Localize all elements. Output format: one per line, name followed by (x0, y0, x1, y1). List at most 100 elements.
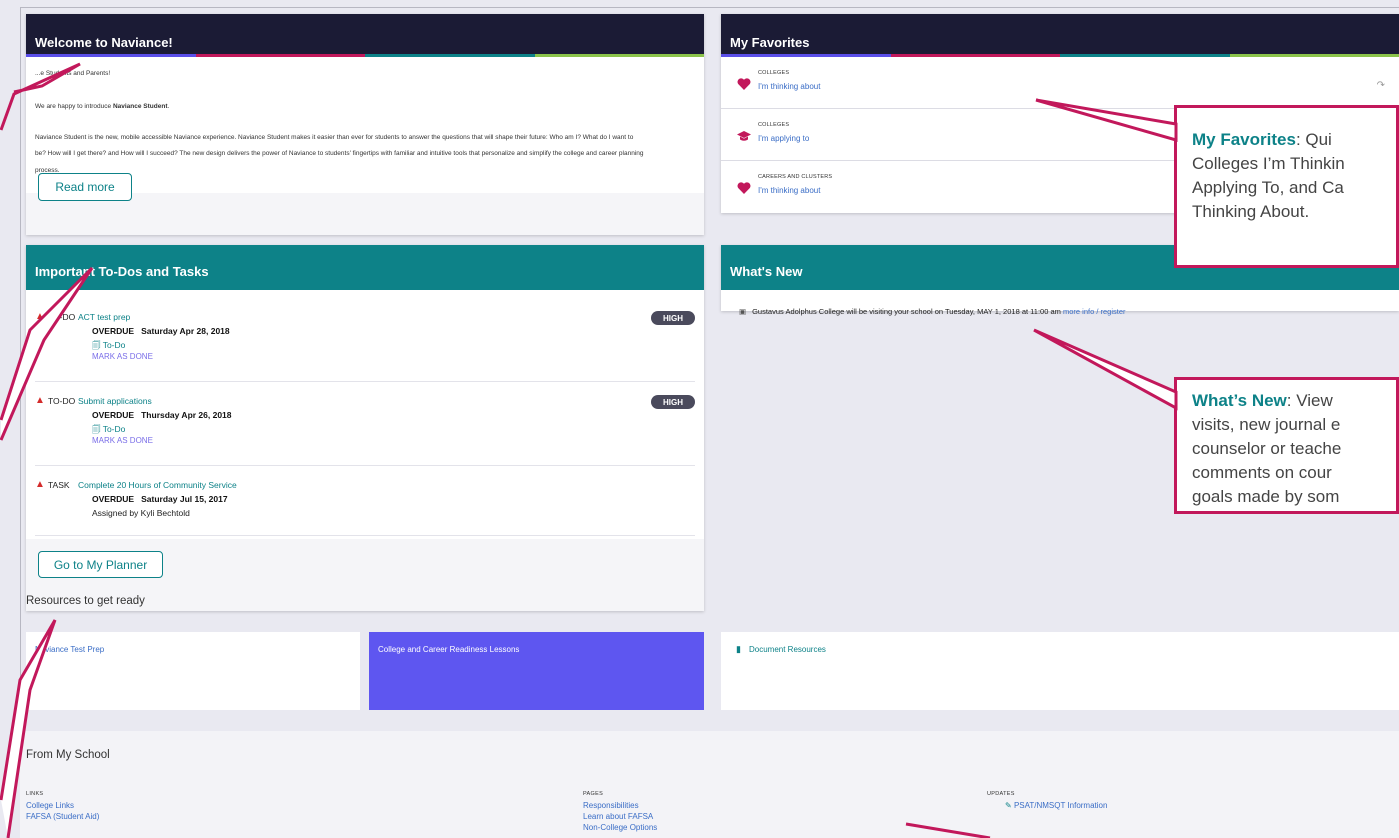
whats-new-text: Gustavus Adolphus College will be visiti… (752, 307, 1061, 316)
warning-icon: ▲ (35, 311, 45, 322)
callout-text: comments on cour (1192, 463, 1332, 482)
task-assigned-by: Assigned by Kyli Bechtold (92, 508, 190, 518)
footer-link-label: PSAT/NMSQT Information (1013, 801, 1108, 810)
priority-badge: HIGH (651, 395, 695, 409)
favorite-link[interactable]: I'm thinking about (758, 82, 820, 91)
from-school-heading: From My School (26, 749, 110, 761)
links-column: LINKS College Links FAFSA (Student Aid) (26, 791, 99, 822)
welcome-intro-prefix: We are happy to introduce (35, 103, 113, 110)
clipboard-icon: 🗐 (92, 424, 103, 434)
todos-card: Important To-Dos and Tasks ▲ TO-DO ACT t… (26, 245, 704, 611)
whats-new-item: ▣ Gustavus Adolphus College will be visit… (739, 307, 1126, 316)
warning-icon: ▲ (35, 395, 45, 406)
resource-tile-label: Document Resources (749, 645, 826, 654)
todos-title: Important To-Dos and Tasks (35, 264, 209, 279)
read-more-button[interactable]: Read more (38, 173, 132, 201)
callout-text: goals made by som (1192, 487, 1340, 506)
task-item: ▲ TASK Complete 20 Hours of Community Se… (35, 479, 695, 536)
callout-pointer (1033, 328, 1178, 411)
links-heading: LINKS (26, 791, 44, 797)
mark-as-done-link[interactable]: MARK AS DONE (92, 436, 153, 445)
welcome-intro-brand: Naviance Student (112, 103, 168, 110)
task-type-label: To-Do (102, 340, 126, 350)
todos-card-header: Important To-Dos and Tasks (26, 245, 704, 290)
task-item: ▲ TO-DO Submit applications OVERDUE Thur… (35, 395, 695, 466)
favorites-callout: My Favorites: Qui Colleges I’m Thinkin A… (1174, 105, 1399, 268)
task-item: ▲ TO-DO ACT test prep OVERDUE Saturday A… (35, 311, 695, 382)
task-title-link[interactable]: ACT test prep (78, 312, 130, 322)
updates-heading: UPDATES (987, 791, 1015, 797)
go-to-planner-button[interactable]: Go to My Planner (38, 551, 163, 578)
callout-keyword: What’s New (1192, 391, 1287, 410)
document-icon: ▮ (736, 644, 741, 654)
welcome-intro: We are happy to introduce Naviance Stude… (35, 100, 169, 114)
pages-heading: PAGES (583, 791, 604, 797)
resources-heading: Resources to get ready (26, 595, 145, 607)
favorite-category: CAREERS AND CLUSTERS (758, 174, 833, 180)
resource-tile-documents[interactable]: ▮ Document Resources (721, 632, 1399, 710)
callout-keyword: My Favorites (1192, 130, 1296, 149)
task-title-link[interactable]: Complete 20 Hours of Community Service (78, 480, 237, 490)
whats-new-callout: What’s New: View visits, new journal e c… (1174, 377, 1399, 514)
updates-column: UPDATES ✎ PSAT/NMSQT Information (987, 791, 1107, 811)
resource-tile-label: Naviance Test Prep (35, 645, 105, 654)
welcome-greeting: ...e Students and Parents! (35, 70, 111, 77)
task-overdue: OVERDUE Saturday Apr 28, 2018 (92, 326, 230, 336)
task-kind: TO-DO (48, 396, 76, 406)
header-stripe (26, 54, 704, 57)
graduation-cap-icon (737, 129, 751, 147)
pin-icon: ✎ (1005, 801, 1014, 810)
task-kind: TO-DO (48, 312, 76, 322)
header-stripe (721, 54, 1399, 57)
callout-text: : Qui (1295, 130, 1332, 149)
task-title-link[interactable]: Submit applications (78, 396, 152, 406)
favorite-link[interactable]: I'm thinking about (758, 186, 820, 195)
task-kind: TASK (48, 480, 70, 490)
welcome-title: Welcome to Naviance! (35, 35, 173, 50)
favorite-category: COLLEGES (758, 70, 790, 76)
heart-icon (737, 181, 751, 199)
whats-new-title: What's New (730, 264, 803, 279)
welcome-card-header: Welcome to Naviance! (26, 14, 704, 57)
footer-link[interactable]: Learn about FAFSA (583, 811, 657, 822)
priority-badge: HIGH (651, 311, 695, 325)
callout-text: Applying To, and Ca (1192, 178, 1344, 197)
callout-text: : View (1286, 391, 1333, 410)
task-type-label: To-Do (102, 424, 126, 434)
callout-text: counselor or teache (1192, 439, 1342, 458)
register-link[interactable]: register (1101, 307, 1126, 316)
welcome-intro-suffix: . (167, 103, 170, 110)
welcome-body-line1: Naviance Student is the new, mobile acce… (35, 134, 634, 141)
more-info-link[interactable]: more info (1063, 307, 1094, 316)
footer-link[interactable]: College Links (26, 800, 99, 811)
heart-icon (737, 77, 751, 95)
clipboard-icon: 🗐 (92, 340, 103, 350)
warning-icon: ▲ (35, 479, 45, 490)
favorites-card-header: My Favorites (721, 14, 1399, 57)
calendar-icon: ▣ (739, 307, 747, 316)
task-overdue: OVERDUE Thursday Apr 26, 2018 (92, 410, 232, 420)
footer-link[interactable]: FAFSA (Student Aid) (26, 811, 99, 822)
footer-link[interactable]: Non-College Options (583, 822, 657, 833)
refresh-icon[interactable]: ↷ (1377, 80, 1385, 91)
welcome-body-line2: be? How will I get there? and How will I… (35, 150, 644, 157)
welcome-card: Welcome to Naviance! ...e Students and P… (26, 14, 704, 235)
favorite-link[interactable]: I'm applying to (758, 134, 809, 143)
page-frame-left (20, 7, 21, 838)
callout-text: Colleges I’m Thinkin (1192, 154, 1345, 173)
from-school-section (20, 731, 1399, 838)
task-overdue: OVERDUE Saturday Jul 15, 2017 (92, 494, 228, 504)
callout-text: Thinking About. (1192, 202, 1310, 221)
resource-tile-lessons[interactable]: College and Career Readiness Lessons (369, 632, 704, 710)
resource-tile-test-prep[interactable]: Naviance Test Prep (26, 632, 360, 710)
favorite-category: COLLEGES (758, 122, 790, 128)
resource-tile-label: College and Career Readiness Lessons (378, 645, 520, 654)
mark-as-done-link[interactable]: MARK AS DONE (92, 352, 153, 361)
page-frame-top (20, 7, 1399, 8)
callout-text: visits, new journal e (1192, 415, 1341, 434)
pages-column: PAGES Responsibilities Learn about FAFSA… (583, 791, 657, 833)
favorite-item[interactable]: COLLEGES I'm thinking about ↷ (721, 58, 1399, 109)
footer-link[interactable]: ✎ PSAT/NMSQT Information (987, 800, 1107, 811)
footer-link[interactable]: Responsibilities (583, 800, 657, 811)
favorites-title: My Favorites (730, 35, 810, 50)
